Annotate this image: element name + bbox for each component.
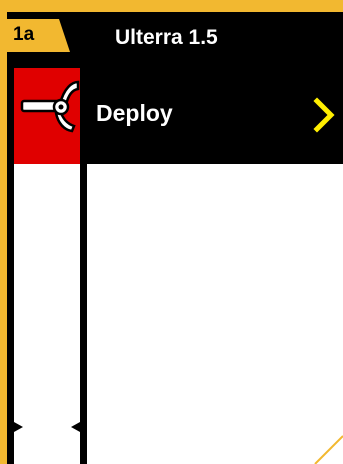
main-display-area [87, 164, 343, 464]
depth-scale-strip [14, 164, 80, 464]
corner-line [314, 435, 343, 464]
menu-item-deploy-label[interactable]: Deploy [96, 100, 173, 127]
scale-marker-left [14, 422, 23, 432]
device-screen: 1a Ulterra 1.5 Deploy [7, 12, 343, 464]
step-tag: 1a [7, 19, 70, 52]
step-tag-label: 1a [13, 24, 35, 45]
motor-deploy-icon [20, 80, 80, 133]
page-title: Ulterra 1.5 [115, 26, 218, 49]
deploy-icon-box[interactable] [14, 68, 80, 164]
chevron-right-icon[interactable] [311, 96, 339, 134]
scale-marker-right [71, 422, 80, 432]
